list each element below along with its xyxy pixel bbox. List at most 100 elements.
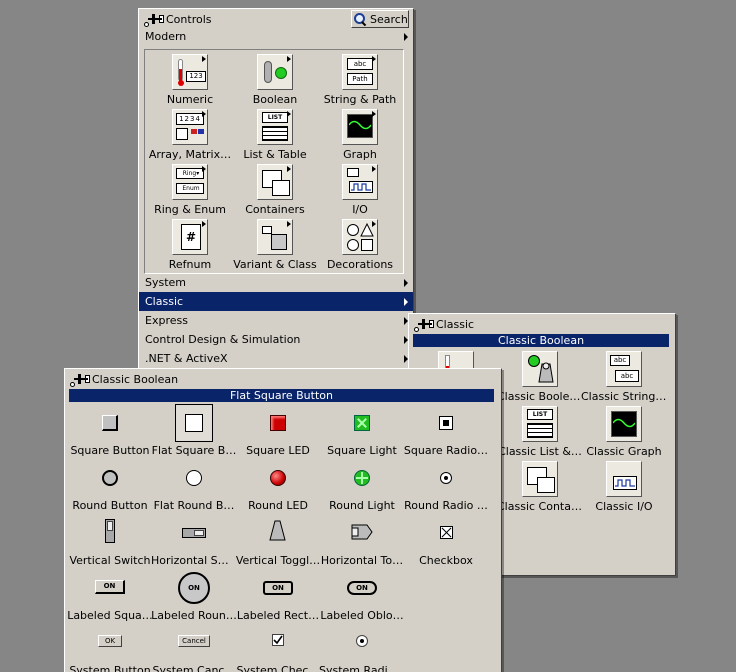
item-label: Classic I/O bbox=[595, 500, 653, 513]
palette-item-vertical-switch[interactable]: Vertical Switch bbox=[67, 515, 153, 567]
item-label: Decorations bbox=[326, 258, 394, 271]
palette-item-flat-square-button[interactable]: Flat Square B… bbox=[151, 404, 237, 457]
item-label: Variant & Class bbox=[233, 258, 317, 271]
palette-item-labeled-round[interactable]: ON Labeled Roun… bbox=[151, 570, 237, 622]
category-system[interactable]: System bbox=[139, 273, 413, 292]
palette-item-variant-class[interactable]: Variant & Class bbox=[232, 219, 318, 271]
submenu-arrow-icon bbox=[404, 33, 408, 41]
palette-item-refnum[interactable]: # Refnum bbox=[147, 219, 233, 271]
vertical-toggle-icon bbox=[260, 515, 296, 551]
category-classic[interactable]: Classic bbox=[139, 292, 413, 311]
item-label: Flat Square B… bbox=[151, 444, 237, 457]
labeled-rect-icon: ON bbox=[260, 570, 296, 606]
item-label: Checkbox bbox=[419, 554, 473, 567]
palette-item-labeled-oblong[interactable]: ON Labeled Oblo… bbox=[319, 570, 405, 622]
palette-item-decorations[interactable]: Decorations bbox=[317, 219, 403, 271]
submenu-arrow-icon bbox=[404, 279, 408, 287]
category-express[interactable]: Express bbox=[139, 311, 413, 330]
palette-item-classic-io[interactable]: Classic I/O bbox=[581, 461, 667, 513]
boolean-icon bbox=[257, 54, 293, 90]
palette-item-round-led[interactable]: Round LED bbox=[235, 460, 321, 512]
palette-item-round-button[interactable]: Round Button bbox=[67, 460, 153, 512]
palette-item-system-radio[interactable]: System Radio… bbox=[319, 625, 405, 672]
palette-item-boolean[interactable]: Boolean bbox=[232, 54, 318, 106]
palette-item-io[interactable]: I/O bbox=[317, 164, 403, 216]
palette-item-horizontal-toggle[interactable]: Horizontal To… bbox=[319, 515, 405, 567]
labeled-oblong-icon: ON bbox=[344, 570, 380, 606]
palette-item-system-button[interactable]: OK System Button bbox=[67, 625, 153, 672]
item-label: Classic List &… bbox=[498, 445, 582, 458]
ok-glyph: OK bbox=[98, 635, 122, 647]
round-light-icon bbox=[344, 460, 380, 496]
pushpin-icon[interactable] bbox=[413, 318, 435, 332]
palette-item-round-light[interactable]: Round Light bbox=[319, 460, 405, 512]
palette-item-round-radio[interactable]: Round Radio … bbox=[403, 460, 489, 512]
palette-item-flat-round-button[interactable]: Flat Round B… bbox=[151, 460, 237, 512]
classic-titlebar[interactable]: Classic bbox=[409, 314, 675, 334]
palette-item-classic-containers[interactable]: Classic Contai… bbox=[497, 461, 583, 513]
list-table-icon: LIST bbox=[257, 109, 293, 145]
palette-item-square-button[interactable]: Square Button bbox=[67, 405, 153, 457]
palette-item-classic-string[interactable]: abc abc Classic String … bbox=[581, 351, 667, 403]
modern-icon-panel: 123 Numeric Boolean abc Path String & Pa… bbox=[144, 49, 404, 274]
array-matrix-icon: 1234 bbox=[172, 109, 208, 145]
on-glyph: ON bbox=[347, 581, 377, 595]
classic-boolean-titlebar[interactable]: Classic Boolean bbox=[65, 369, 501, 389]
item-label: Vertical Toggl… bbox=[235, 554, 321, 567]
item-label: Square Light bbox=[327, 444, 397, 457]
palette-item-horizontal-switch[interactable]: Horizontal Sw… bbox=[151, 515, 237, 567]
palette-item-graph[interactable]: Graph bbox=[317, 109, 403, 161]
palette-item-system-cancel[interactable]: Cancel System Canc… bbox=[151, 625, 237, 672]
palette-item-classic-graph[interactable]: Classic Graph bbox=[581, 406, 667, 458]
item-label: Labeled Roun… bbox=[151, 609, 237, 622]
palette-item-square-radio[interactable]: Square Radio… bbox=[403, 405, 489, 457]
palette-item-square-light[interactable]: Square Light bbox=[319, 405, 405, 457]
palette-item-classic-list[interactable]: LIST Classic List &… bbox=[497, 406, 583, 458]
classic-string-icon: abc abc bbox=[606, 351, 642, 387]
palette-item-numeric[interactable]: 123 Numeric bbox=[147, 54, 233, 106]
item-label: Square Radio… bbox=[403, 444, 489, 457]
palette-item-square-led[interactable]: Square LED bbox=[235, 405, 321, 457]
category-label: Classic bbox=[145, 295, 184, 308]
category-modern[interactable]: Modern bbox=[139, 27, 413, 46]
item-label: Horizontal Sw… bbox=[151, 554, 237, 567]
palette-item-checkbox[interactable]: Checkbox bbox=[403, 515, 489, 567]
item-label: Ring & Enum bbox=[154, 203, 226, 216]
palette-item-ring-enum[interactable]: Ring▾ Enum Ring & Enum bbox=[147, 164, 233, 216]
palette-item-string-path[interactable]: abc Path String & Path bbox=[317, 54, 403, 106]
item-label: Round Light bbox=[329, 499, 395, 512]
classic-containers-icon bbox=[522, 461, 558, 497]
classic-list-icon: LIST bbox=[522, 406, 558, 442]
containers-icon bbox=[257, 164, 293, 200]
system-checkbox-icon bbox=[260, 625, 296, 661]
category-label: .NET & ActiveX bbox=[145, 352, 228, 365]
pushpin-icon[interactable] bbox=[143, 13, 165, 27]
labeled-round-icon: ON bbox=[176, 570, 212, 606]
item-label: Flat Round B… bbox=[153, 499, 235, 512]
palette-item-labeled-square[interactable]: ON Labeled Squa… bbox=[67, 570, 153, 622]
category-control-design[interactable]: Control Design & Simulation bbox=[139, 330, 413, 349]
square-light-icon bbox=[344, 405, 380, 441]
item-label: Round Radio … bbox=[404, 499, 488, 512]
system-cancel-icon: Cancel bbox=[176, 625, 212, 661]
classic-boolean-icon bbox=[522, 351, 558, 387]
palette-item-labeled-rect[interactable]: ON Labeled Rect… bbox=[235, 570, 321, 622]
palette-item-array-matrix[interactable]: 1234 Array, Matrix… bbox=[147, 109, 233, 161]
item-label: List & Table bbox=[243, 148, 307, 161]
search-button[interactable]: Search bbox=[351, 10, 409, 28]
io-icon bbox=[342, 164, 378, 200]
palette-item-vertical-toggle[interactable]: Vertical Toggl… bbox=[235, 515, 321, 567]
palette-item-classic-boolean[interactable]: Classic Boolean bbox=[497, 351, 583, 403]
item-label: Array, Matrix… bbox=[148, 148, 232, 161]
category-dotnet-activex[interactable]: .NET & ActiveX bbox=[139, 349, 413, 368]
item-label: Classic Boolean bbox=[497, 390, 583, 403]
palette-item-list-table[interactable]: LIST List & Table bbox=[232, 109, 318, 161]
controls-titlebar[interactable]: Controls Search bbox=[139, 9, 413, 29]
palette-item-system-checkbox[interactable]: System Chec… bbox=[235, 625, 321, 672]
vertical-switch-icon bbox=[92, 515, 128, 551]
controls-title: Controls bbox=[166, 12, 212, 26]
category-label: System bbox=[145, 276, 187, 289]
pushpin-icon[interactable] bbox=[69, 373, 91, 387]
submenu-arrow-icon bbox=[404, 298, 408, 306]
palette-item-containers[interactable]: Containers bbox=[232, 164, 318, 216]
